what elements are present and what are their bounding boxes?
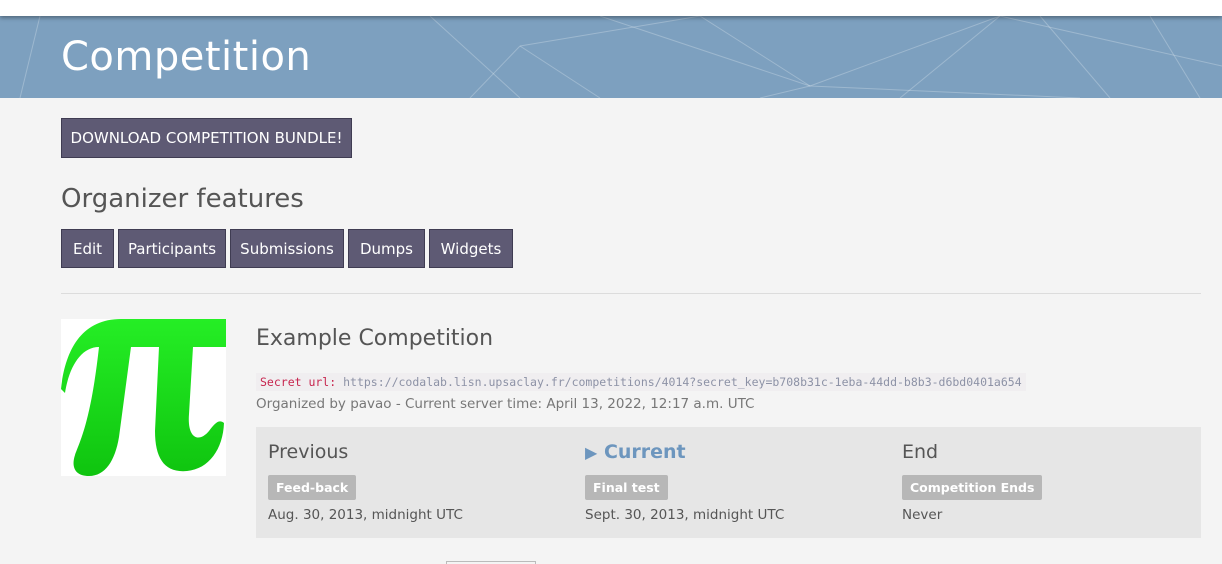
secret-url-label: Secret url:: [260, 375, 337, 389]
dumps-button[interactable]: Dumps: [348, 229, 425, 268]
phase-badge: Feed-back: [268, 475, 357, 500]
phase-previous: Previous Feed-back Aug. 30, 2013, midnig…: [268, 427, 568, 538]
submissions-button[interactable]: Submissions: [230, 229, 344, 268]
phase-name: Current: [603, 441, 686, 463]
phase-badge: Competition Ends: [902, 475, 1043, 500]
phase-current: ▶ Current Final test Sept. 30, 2013, mid…: [585, 427, 885, 538]
play-triangle-icon: ▶: [585, 443, 598, 462]
competition-logo: [61, 319, 226, 476]
phase-end: End Competition Ends Never: [902, 427, 1192, 538]
phase-name: Previous: [268, 441, 349, 463]
section-divider: [61, 293, 1201, 294]
edit-button[interactable]: Edit: [61, 229, 114, 268]
top-navbar: [0, 0, 1222, 16]
secret-url: Secret url: https://codalab.lisn.upsacla…: [256, 373, 1026, 391]
secret-url-link[interactable]: https://codalab.lisn.upsaclay.fr/competi…: [343, 375, 1022, 389]
phase-date: Never: [902, 507, 943, 523]
phase-name: End: [902, 441, 939, 463]
phase-date: Sept. 30, 2013, midnight UTC: [585, 507, 785, 523]
page-title: Competition: [61, 34, 312, 80]
header-banner: Competition: [0, 16, 1222, 98]
phases-panel: Previous Feed-back Aug. 30, 2013, midnig…: [256, 427, 1201, 538]
participants-button[interactable]: Participants: [118, 229, 226, 268]
phase-date: Aug. 30, 2013, midnight UTC: [268, 507, 463, 523]
download-bundle-button[interactable]: DOWNLOAD COMPETITION BUNDLE!: [61, 118, 352, 158]
organized-by-text: Organized by pavao - Current server time…: [256, 396, 755, 412]
widgets-button[interactable]: Widgets: [429, 229, 513, 268]
competition-title: Example Competition: [256, 326, 494, 351]
pi-icon: [61, 319, 226, 476]
organizer-features-title: Organizer features: [61, 184, 304, 214]
phase-badge: Final test: [585, 475, 668, 500]
phase-name-current: ▶ Current: [585, 441, 686, 463]
